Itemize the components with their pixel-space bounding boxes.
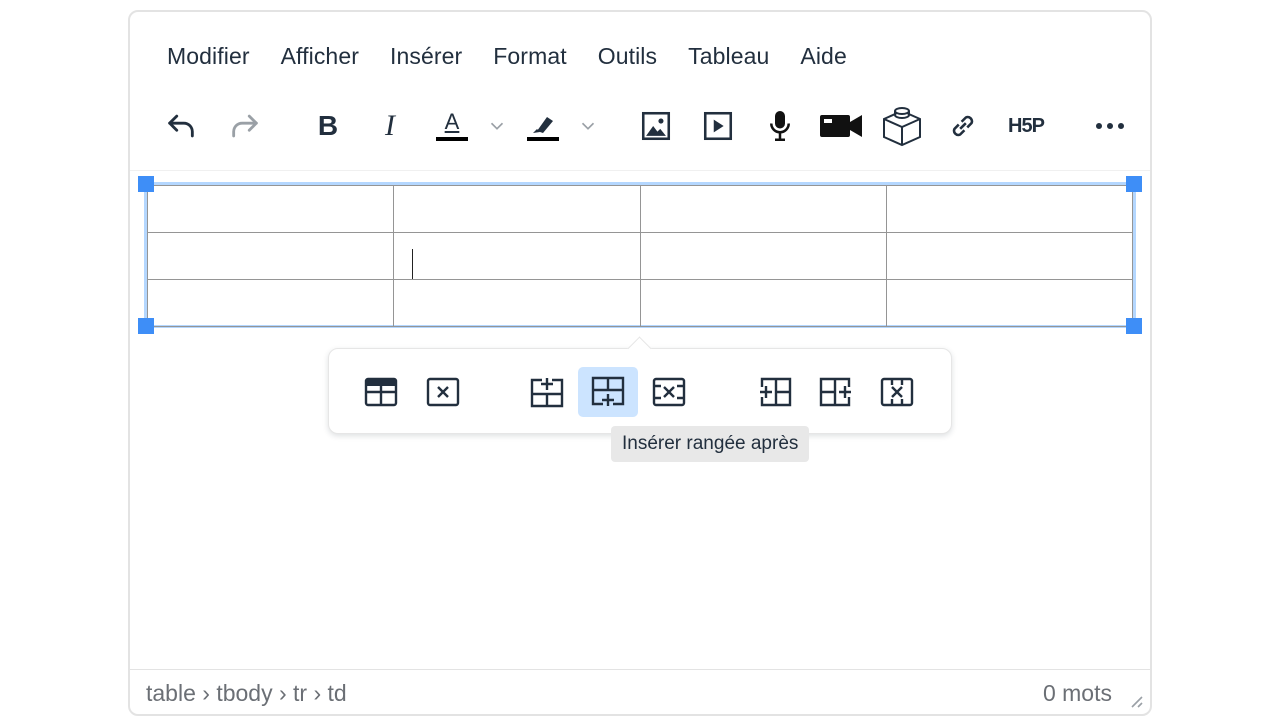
insert-row-after-button[interactable]	[578, 367, 638, 417]
insert-row-before-button[interactable]	[517, 367, 577, 417]
resize-handle-bottom-right[interactable]	[1126, 318, 1142, 334]
bold-icon: B	[317, 110, 339, 141]
delete-table-icon	[426, 377, 460, 407]
table-properties-button[interactable]	[351, 367, 411, 417]
table-cell[interactable]	[639, 279, 887, 327]
insert-column-after-icon	[819, 377, 851, 407]
video-camera-button[interactable]	[818, 100, 864, 152]
more-button[interactable]	[1088, 100, 1132, 152]
highlight-swatch	[527, 137, 559, 141]
chevron-down-icon	[581, 122, 595, 130]
menu-format[interactable]: Format	[488, 38, 571, 74]
delete-column-icon	[880, 377, 914, 407]
text-color-swatch	[436, 137, 468, 141]
word-count[interactable]: 0 mots	[1043, 680, 1112, 707]
menu-inserer[interactable]: Insérer	[385, 38, 467, 74]
menu-aide[interactable]: Aide	[795, 38, 851, 74]
table-cell[interactable]	[146, 279, 395, 327]
menu-tableau[interactable]: Tableau	[683, 38, 774, 74]
undo-icon	[168, 114, 194, 138]
text-color-dropdown[interactable]	[486, 100, 508, 152]
table-cell[interactable]	[393, 279, 641, 327]
toolbar: B I A H5P	[130, 100, 1150, 152]
delete-column-button[interactable]	[867, 367, 927, 417]
table-cell[interactable]	[639, 232, 887, 280]
media-icon	[703, 111, 733, 141]
element-path[interactable]: table › tbody › tr › td	[146, 680, 347, 707]
h5p-icon: H5P	[1008, 114, 1045, 137]
table-cell[interactable]	[885, 185, 1134, 233]
resize-handle-top-right[interactable]	[1126, 176, 1142, 192]
text-color-icon: A	[444, 109, 460, 134]
text-caret	[412, 249, 413, 279]
media-button[interactable]	[696, 100, 740, 152]
italic-icon: I	[385, 109, 395, 142]
table-row	[146, 185, 1134, 233]
highlight-button[interactable]	[522, 100, 564, 152]
microphone-button[interactable]	[758, 100, 802, 152]
toolbar-divider	[130, 170, 1150, 171]
selected-table[interactable]	[138, 176, 1142, 334]
table-cell[interactable]	[885, 232, 1134, 280]
chevron-down-icon	[490, 122, 504, 130]
more-icon	[1096, 123, 1124, 129]
table-grid[interactable]	[146, 185, 1134, 327]
italic-button[interactable]: I	[370, 100, 410, 152]
insert-column-before-button[interactable]	[745, 367, 805, 417]
tooltip: Insérer rangée après	[611, 426, 810, 462]
redo-icon	[232, 114, 258, 138]
text-color-button[interactable]: A	[432, 100, 472, 152]
table-cell[interactable]	[885, 279, 1134, 327]
3d-box-button[interactable]	[878, 100, 926, 152]
insert-column-after-button[interactable]	[806, 367, 866, 417]
delete-table-button[interactable]	[413, 367, 473, 417]
insert-row-before-icon	[530, 378, 564, 408]
table-context-toolbar	[328, 336, 952, 434]
table-cell[interactable]	[393, 185, 641, 233]
3d-box-icon	[883, 107, 921, 147]
resize-handle-top-left[interactable]	[138, 176, 154, 192]
statusbar: table › tbody › tr › td 0 mots	[130, 669, 1150, 715]
table-row	[146, 279, 1134, 327]
insert-column-before-icon	[760, 377, 792, 407]
delete-row-icon	[652, 377, 686, 407]
highlight-dropdown[interactable]	[577, 100, 599, 152]
image-button[interactable]	[634, 100, 678, 152]
link-icon	[952, 115, 974, 137]
undo-button[interactable]	[160, 100, 202, 152]
resize-grip-icon[interactable]	[1128, 693, 1144, 709]
menu-afficher[interactable]: Afficher	[276, 38, 364, 74]
menu-modifier[interactable]: Modifier	[162, 38, 255, 74]
h5p-button[interactable]: H5P	[1000, 100, 1052, 152]
microphone-icon	[770, 111, 790, 141]
menubar: Modifier Afficher Insérer Format Outils …	[130, 38, 852, 74]
table-cell[interactable]	[639, 185, 887, 233]
delete-row-button[interactable]	[639, 367, 699, 417]
insert-row-after-icon	[591, 376, 625, 406]
resize-handle-bottom-left[interactable]	[138, 318, 154, 334]
redo-button[interactable]	[224, 100, 266, 152]
image-icon	[641, 111, 671, 141]
highlight-icon	[533, 117, 553, 133]
table-cell-active[interactable]	[393, 232, 641, 280]
menu-outils[interactable]: Outils	[593, 38, 662, 74]
link-button[interactable]	[942, 100, 984, 152]
table-cell[interactable]	[146, 232, 395, 280]
table-cell[interactable]	[146, 185, 395, 233]
video-camera-icon	[820, 115, 862, 137]
bold-button[interactable]: B	[308, 100, 348, 152]
table-properties-icon	[364, 377, 398, 407]
table-row	[146, 232, 1134, 280]
